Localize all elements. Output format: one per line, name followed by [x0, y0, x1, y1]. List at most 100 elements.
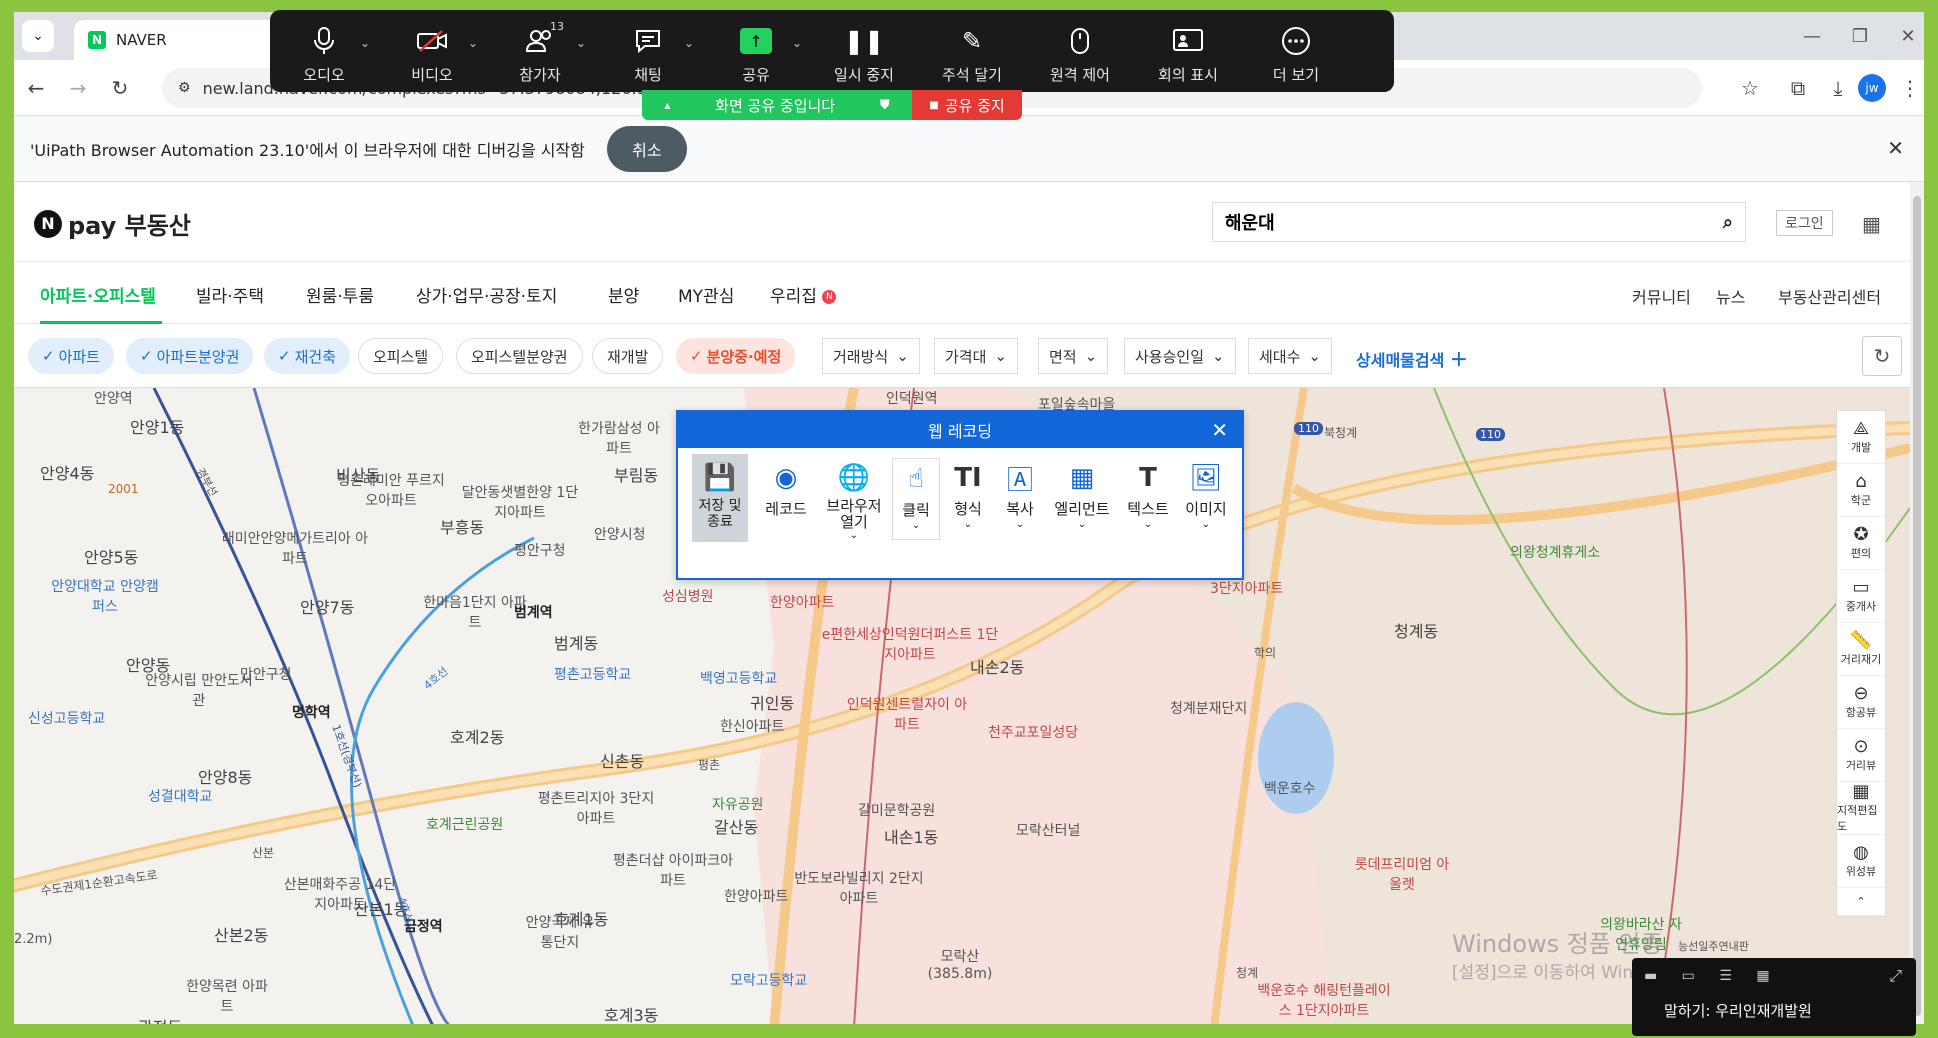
expand-icon[interactable]: ⤢: [1889, 966, 1902, 986]
maptool-satellite[interactable]: ◍ 위성뷰: [1837, 835, 1885, 888]
chip-officetel-presale-right[interactable]: 오피스텔분양권: [456, 338, 583, 374]
extensions-icon[interactable]: ⧉: [1782, 72, 1814, 104]
show-meeting-button[interactable]: 회의 표시: [1134, 10, 1242, 92]
maptool-measure[interactable]: 📏 거리재기: [1837, 623, 1885, 676]
dropdown-area[interactable]: 면적 ⌄: [1038, 338, 1109, 374]
nav-my-home[interactable]: 우리집 N: [770, 282, 837, 307]
cancel-debugging-button[interactable]: 취소: [606, 125, 687, 172]
chevron-down-icon[interactable]: ⌄: [468, 36, 478, 50]
nav-news[interactable]: 뉴스: [1716, 284, 1745, 308]
chip-apartment-presale-right[interactable]: ✓ 아파트분양권: [126, 338, 254, 374]
text-button[interactable]: T 텍스트 ⌄: [1120, 458, 1176, 530]
chip-presale-upcoming[interactable]: ✓ 분양중·예정: [676, 338, 796, 374]
search-input[interactable]: [1225, 211, 1723, 233]
browser-open-icon: 🌐: [837, 463, 871, 493]
maptool-streetview[interactable]: ⊙ 거리뷰: [1837, 729, 1885, 782]
browser-tab[interactable]: N NAVER: [74, 20, 294, 60]
npay-realestate-logo[interactable]: N pay 부동산: [34, 206, 191, 241]
chevron-down-icon[interactable]: ⌄: [792, 36, 802, 50]
map-tools-panel: ⟁ 개발 ⌂ 학군 ✪ 편의 ▭ 중개사 📏 거리재기 ⊖ 항공뷰 ⊙ 거리뷰 ▦ 지적편집도 …: [1836, 410, 1886, 917]
remote-control-button[interactable]: 원격 제어: [1026, 10, 1134, 92]
stop-share-button[interactable]: ■ 공유 중지: [912, 90, 1022, 120]
maptool-convenience[interactable]: ✪ 편의: [1837, 517, 1885, 570]
close-icon[interactable]: ✕: [1211, 418, 1228, 442]
advanced-search-button[interactable]: 상세매물검색 ＋: [1356, 346, 1468, 372]
maptool-aerial[interactable]: ⊖ 항공뷰: [1837, 676, 1885, 729]
nav-apartment-officetel[interactable]: 아파트·오피스텔: [40, 282, 156, 307]
chevron-down-icon[interactable]: ⌄: [360, 36, 370, 50]
nav-presale[interactable]: 분양: [608, 282, 639, 307]
bookmark-star-icon[interactable]: ☆: [1734, 72, 1766, 104]
copy-icon: 🄰: [1006, 465, 1033, 496]
nav-agent-center[interactable]: 부동산관리센터: [1778, 284, 1881, 308]
chevron-down-icon: ⌄: [1084, 347, 1098, 365]
scrollbar-thumb[interactable]: [1913, 196, 1921, 1016]
type-button[interactable]: TI 형식 ⌄: [944, 458, 992, 530]
chevron-down-icon: ⌄: [911, 520, 921, 531]
recorder-toolbar: 💾 저장 및 종료 ◉ 레코드 🌐 브라우저 열기 ⌄ ☝ 클릭 ⌄ TI 형식…: [678, 448, 1242, 544]
chip-reconstruction[interactable]: ✓ 재건축: [264, 338, 350, 374]
chip-redevelopment[interactable]: 재개발: [592, 338, 664, 374]
speaker-panel[interactable]: ▬ ▭ ☰ ▦ ⤢ 말하기: 우리인재개발원: [1632, 958, 1916, 1036]
participants-button[interactable]: 13 참가자 ⌄: [486, 10, 594, 92]
chevron-up-icon: ⌃: [1856, 895, 1866, 908]
share-button[interactable]: ↑ 공유 ⌄: [702, 10, 810, 92]
layout-icons[interactable]: ▬ ▭ ☰ ▦: [1644, 968, 1780, 984]
save-and-exit-button[interactable]: 💾 저장 및 종료: [692, 454, 748, 542]
site-info-icon[interactable]: ⚙: [178, 80, 191, 96]
nav-oneroom-tworoom[interactable]: 원룸·투룸: [306, 282, 374, 307]
nav-villa-house[interactable]: 빌라·주택: [196, 282, 264, 307]
dropdown-household-count[interactable]: 세대수 ⌄: [1248, 338, 1332, 374]
dropdown-price-range[interactable]: 가격대 ⌄: [934, 338, 1018, 374]
download-icon[interactable]: ⤓: [1822, 72, 1854, 104]
login-button[interactable]: 로그인: [1776, 210, 1833, 236]
menu-kebab-icon[interactable]: ⋮: [1894, 72, 1926, 104]
more-button[interactable]: 더 보기: [1242, 10, 1350, 92]
new-badge: N: [822, 290, 837, 304]
microphone-icon: [307, 24, 341, 58]
image-button[interactable]: 🖼 이미지 ⌄: [1178, 458, 1234, 530]
video-button[interactable]: 비디오 ⌄: [378, 10, 486, 92]
close-icon[interactable]: ✕: [1887, 136, 1904, 160]
tab-search-button[interactable]: ⌄: [22, 20, 54, 52]
maptool-agent[interactable]: ▭ 중개사: [1837, 570, 1885, 623]
copy-button[interactable]: 🄰 복사 ⌄: [996, 458, 1044, 531]
profile-avatar[interactable]: jw: [1858, 74, 1886, 102]
refresh-icon[interactable]: ↻: [1862, 336, 1902, 376]
dropdown-trade-type[interactable]: 거래방식 ⌄: [822, 338, 920, 374]
element-button[interactable]: ▦ 엘리먼트 ⌄: [1048, 458, 1116, 530]
naver-n-icon: N: [34, 209, 62, 238]
check-icon: ✓: [690, 347, 703, 365]
debugging-infobar: 'UiPath Browser Automation 23.10'에서 이 브라…: [14, 116, 1924, 182]
pause-share-button[interactable]: ❚❚ 일시 중지: [810, 10, 918, 92]
apps-grid-icon[interactable]: ▦: [1862, 212, 1881, 236]
search-icon[interactable]: ⌕: [1723, 212, 1733, 233]
page-scrollbar[interactable]: [1910, 182, 1924, 1028]
maptool-cadastral[interactable]: ▦ 지적편집도: [1837, 782, 1885, 835]
collapse-tools-button[interactable]: ⌃: [1837, 888, 1885, 916]
check-icon: ✓: [278, 347, 291, 365]
chip-apartment[interactable]: ✓ 아파트: [28, 338, 114, 374]
open-browser-button[interactable]: 🌐 브라우저 열기 ⌄: [822, 458, 886, 541]
maptool-school[interactable]: ⌂ 학군: [1837, 464, 1885, 517]
chevron-down-icon: ⌄: [994, 347, 1007, 365]
annotate-button[interactable]: ✎ 주석 달기: [918, 10, 1026, 92]
chevron-down-icon[interactable]: ⌄: [576, 36, 586, 50]
audio-button[interactable]: 오디오 ⌄: [270, 10, 378, 92]
chip-officetel[interactable]: 오피스텔: [358, 338, 444, 374]
forward-icon[interactable]: →: [62, 72, 94, 104]
nav-commercial-land[interactable]: 상가·업무·공장·토지: [416, 282, 557, 307]
maptool-development[interactable]: ⟁ 개발: [1837, 411, 1885, 464]
chat-button[interactable]: 채팅 ⌄: [594, 10, 702, 92]
nav-my-interest[interactable]: MY관심: [678, 282, 734, 307]
click-button[interactable]: ☝ 클릭 ⌄: [892, 458, 940, 540]
close-window-button[interactable]: ✕: [1880, 12, 1936, 60]
back-icon[interactable]: ←: [20, 72, 52, 104]
dropdown-approval-date[interactable]: 사용승인일 ⌄: [1124, 338, 1236, 374]
sharing-status[interactable]: ▴ 화면 공유 중입니다 ⛊: [642, 90, 912, 120]
chat-icon: [631, 24, 665, 58]
reload-icon[interactable]: ↻: [104, 72, 136, 104]
nav-community[interactable]: 커뮤니티: [1632, 284, 1691, 308]
record-button[interactable]: ◉ 레코드: [758, 458, 814, 519]
chevron-down-icon[interactable]: ⌄: [684, 36, 694, 50]
